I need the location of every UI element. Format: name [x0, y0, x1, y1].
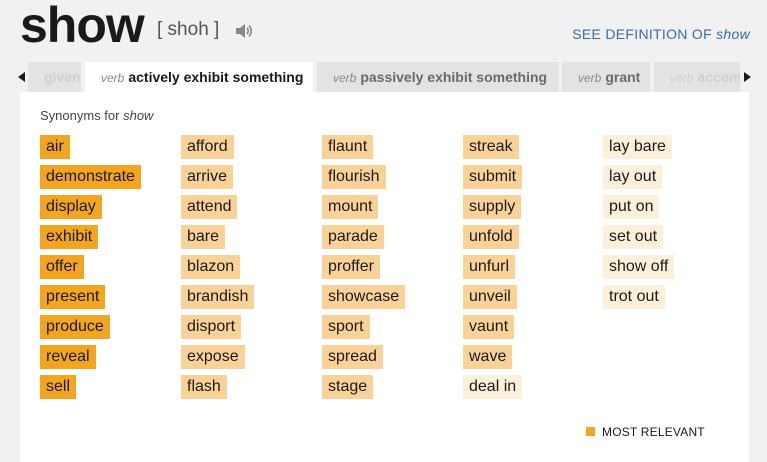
synonym-chip[interactable]: present [40, 285, 106, 309]
synonym-chip[interactable]: unfurl [463, 255, 516, 279]
legend-swatch [586, 427, 595, 436]
synonym-chip[interactable]: submit [463, 165, 523, 189]
tab-label: given [44, 69, 81, 85]
synonym-chip[interactable]: arrive [181, 165, 234, 189]
synonyms-heading: Synonyms for show [40, 108, 153, 123]
synonym-chip[interactable]: flaunt [322, 135, 374, 159]
synonym-chip[interactable]: deal in [463, 375, 523, 399]
synonym-chip[interactable]: proffer [322, 255, 380, 279]
legend-label: MOST RELEVANT [602, 425, 705, 439]
tab-label: passively exhibit something [360, 69, 548, 85]
synonym-chip[interactable]: lay bare [603, 135, 672, 159]
synonym-chip[interactable]: stage [322, 375, 374, 399]
synonym-chip[interactable]: disport [181, 315, 242, 339]
tab-actively-exhibit[interactable]: verb actively exhibit something [85, 62, 313, 92]
synonym-chip[interactable]: flash [181, 375, 227, 399]
tab-passively-exhibit[interactable]: verb passively exhibit something [317, 62, 559, 92]
relevance-legend: MOST RELEVANT [586, 425, 705, 439]
synonym-chip[interactable]: demonstrate [40, 165, 141, 189]
tab-label: accom [697, 69, 740, 85]
pronunciation: [ shoh ] [157, 19, 220, 40]
synonym-chip[interactable]: spread [322, 345, 383, 369]
synonyms-heading-prefix: Synonyms for [40, 108, 124, 123]
see-definition-prefix: SEE DEFINITION OF [572, 26, 717, 42]
tab-label: actively exhibit something [128, 69, 304, 85]
synonym-chip[interactable]: reveal [40, 345, 96, 369]
synonym-chip[interactable]: lay out [603, 165, 663, 189]
tabs-scroll-right-icon[interactable] [744, 72, 751, 82]
synonym-chip[interactable]: show off [603, 255, 675, 279]
synonym-chip[interactable]: bare [181, 225, 226, 249]
synonym-chip[interactable]: unfold [463, 225, 519, 249]
synonym-chip[interactable]: mount [322, 195, 379, 219]
synonym-chip[interactable]: vaunt [463, 315, 515, 339]
synonym-chip[interactable]: showcase [322, 285, 406, 309]
tab-pos: verb [670, 71, 694, 85]
tabs-scroll-left-icon[interactable] [18, 72, 25, 82]
synonym-chip[interactable]: sport [322, 315, 370, 339]
synonym-chip[interactable]: blazon [181, 255, 241, 279]
synonym-chip[interactable]: afford [181, 135, 234, 159]
see-definition-link[interactable]: SEE DEFINITION OF show [572, 26, 750, 42]
tab-pos: verb [101, 71, 125, 85]
synonym-chip[interactable]: trot out [603, 285, 665, 309]
tab-accom[interactable]: verb accom [654, 62, 740, 92]
synonym-chip[interactable]: supply [463, 195, 522, 219]
tab-pos: verb [578, 71, 602, 85]
header: show [ shoh ] SEE DEFINITION OF show [0, 0, 767, 60]
synonym-tabs: given verb actively exhibit something ver… [0, 62, 767, 92]
synonym-chip[interactable]: attend [181, 195, 238, 219]
synonyms-heading-word: show [123, 108, 154, 123]
tab-label: grant [605, 69, 641, 85]
tab-pos: verb [333, 71, 357, 85]
tab-given[interactable]: given [28, 62, 81, 92]
synonym-chip[interactable]: put on [603, 195, 660, 219]
synonym-chip[interactable]: unveil [463, 285, 517, 309]
synonym-chip[interactable]: expose [181, 345, 245, 369]
synonym-chip[interactable]: streak [463, 135, 519, 159]
synonym-chip[interactable]: brandish [181, 285, 255, 309]
synonym-chip[interactable]: parade [322, 225, 384, 249]
synonym-chip[interactable]: set out [603, 225, 664, 249]
synonyms-panel: Synonyms for show air demonstrate display e… [20, 92, 749, 462]
synonym-chip[interactable]: exhibit [40, 225, 99, 249]
tab-grant[interactable]: verb grant [562, 62, 650, 92]
see-definition-word: show [716, 26, 750, 42]
synonym-chip[interactable]: wave [463, 345, 513, 369]
speaker-icon[interactable] [234, 22, 254, 40]
synonym-chip[interactable]: air [40, 135, 70, 159]
synonym-chip[interactable]: produce [40, 315, 110, 339]
synonym-chip[interactable]: display [40, 195, 102, 219]
synonym-chip[interactable]: offer [40, 255, 84, 279]
synonym-chip[interactable]: flourish [322, 165, 386, 189]
synonym-chip[interactable]: sell [40, 375, 77, 399]
headword: show [20, 0, 145, 53]
